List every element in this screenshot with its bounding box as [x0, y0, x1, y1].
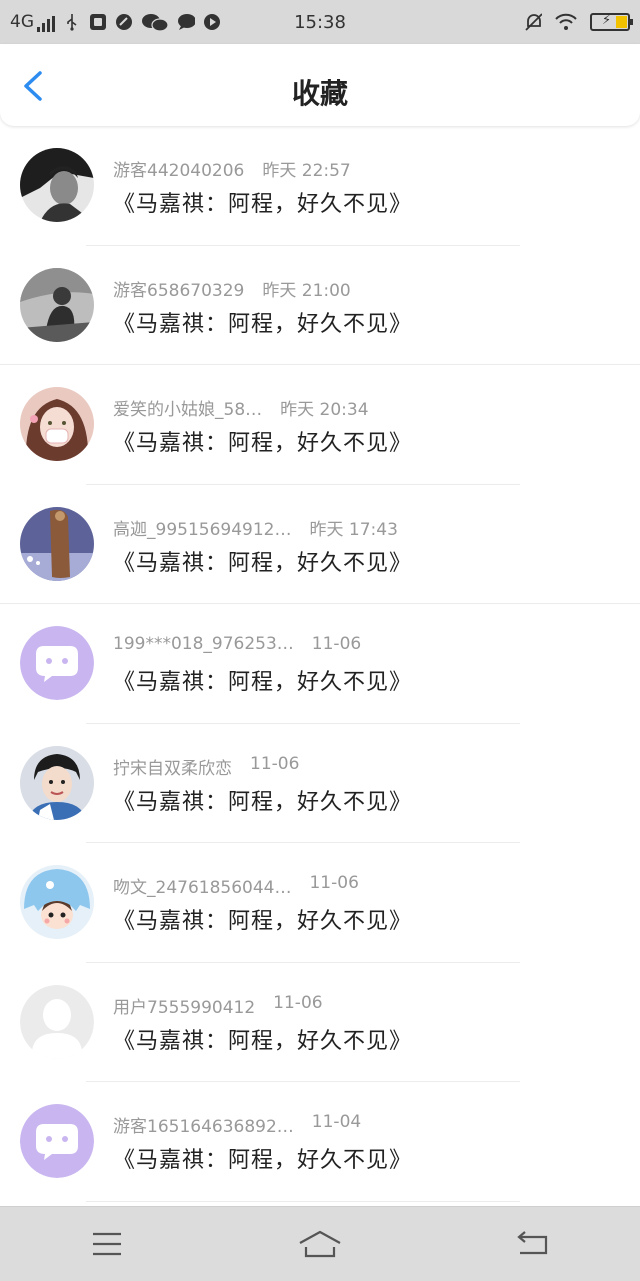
divider — [86, 1200, 520, 1202]
item-time: 11-06 — [311, 634, 362, 654]
favorites-list: 游客442040206 昨天 22:57 《马嘉祺：阿程，好久不见》 游客658… — [0, 126, 640, 1202]
item-time: 11-06 — [273, 992, 323, 1013]
item-username: 高迦_99515694912… — [113, 519, 292, 540]
item-title: 《马嘉祺：阿程，好久不见》 — [113, 670, 413, 695]
list-item[interactable]: 游客442040206 昨天 22:57 《马嘉祺：阿程，好久不见》 — [0, 126, 640, 246]
default-chat-avatar-icon — [20, 626, 94, 700]
item-time: 11-06 — [250, 753, 300, 774]
item-time: 昨天 20:34 — [280, 400, 369, 420]
notification-icon — [89, 13, 107, 31]
item-time: 11-04 — [311, 1112, 362, 1132]
menu-icon — [92, 1232, 121, 1256]
item-title: 《马嘉祺：阿程，好久不见》 — [113, 1028, 413, 1054]
item-username: 游客165164636892… — [113, 1117, 294, 1137]
network-label: 4G — [10, 12, 34, 32]
item-title: 《马嘉祺：阿程，好久不见》 — [113, 192, 413, 217]
list-item[interactable]: 拧宋自双柔欣恋 11-06 《马嘉祺：阿程，好久不见》 — [0, 724, 640, 843]
avatar[interactable] — [20, 984, 94, 1059]
media-icon — [203, 13, 221, 31]
item-username: 游客658670329 — [113, 280, 245, 301]
chat-icon — [177, 13, 195, 31]
app-icon — [115, 13, 133, 31]
avatar[interactable] — [20, 1104, 94, 1178]
item-title: 《马嘉祺：阿程，好久不见》 — [113, 431, 413, 456]
mute-icon — [524, 13, 542, 31]
list-item[interactable]: 199***018_976253… 11-06 《马嘉祺：阿程，好久不见》 — [0, 604, 640, 724]
system-nav-bar — [0, 1206, 640, 1281]
item-title: 《马嘉祺：阿程，好久不见》 — [113, 789, 413, 815]
wechat-icon — [141, 13, 169, 32]
avatar[interactable] — [20, 745, 94, 820]
page-title: 收藏 — [291, 77, 348, 110]
item-username: 199***018_976253… — [113, 634, 294, 654]
default-user-avatar-icon — [20, 984, 94, 1059]
avatar[interactable] — [20, 626, 94, 700]
header: 收藏 — [0, 44, 640, 126]
signal-icon — [37, 16, 55, 32]
avatar[interactable] — [20, 267, 94, 342]
item-title: 《马嘉祺：阿程，好久不见》 — [113, 1148, 413, 1173]
network-indicator: 4G — [10, 12, 55, 32]
wifi-icon — [554, 13, 578, 31]
list-item[interactable]: 用户7555990412 11-06 《马嘉祺：阿程，好久不见》 — [0, 963, 640, 1082]
item-title: 《马嘉祺：阿程，好久不见》 — [113, 311, 413, 337]
item-title: 《马嘉祺：阿程，好久不见》 — [113, 909, 413, 934]
back-nav-button[interactable] — [503, 1224, 563, 1264]
list-item[interactable]: 爱笑的小姑娘_58… 昨天 20:34 《马嘉祺：阿程，好久不见》 — [0, 365, 640, 485]
back-icon — [517, 1231, 548, 1255]
home-icon — [299, 1230, 341, 1258]
item-username: 游客442040206 — [113, 161, 245, 181]
item-time: 昨天 22:57 — [262, 161, 351, 181]
avatar[interactable] — [20, 387, 94, 461]
item-username: 爱笑的小姑娘_58… — [113, 400, 263, 420]
menu-button[interactable] — [77, 1224, 137, 1264]
list-item[interactable]: 高迦_99515694912… 昨天 17:43 《马嘉祺：阿程，好久不见》 — [0, 485, 640, 604]
item-username: 吻文_24761856044… — [113, 878, 292, 898]
item-username: 拧宋自双柔欣恋 — [113, 758, 232, 779]
default-chat-avatar-icon — [20, 1104, 94, 1178]
avatar[interactable] — [20, 506, 94, 581]
item-username: 用户7555990412 — [113, 997, 256, 1018]
status-bar: 4G 15:38 ⚡ — [0, 0, 640, 44]
item-time: 11-06 — [309, 873, 359, 893]
list-item[interactable]: 游客658670329 昨天 21:00 《马嘉祺：阿程，好久不见》 — [0, 246, 640, 365]
item-title: 《马嘉祺：阿程，好久不见》 — [113, 550, 413, 576]
item-time: 昨天 21:00 — [262, 280, 351, 301]
battery-icon: ⚡ — [590, 13, 633, 31]
list-item[interactable]: 游客165164636892… 11-04 《马嘉祺：阿程，好久不见》 — [0, 1082, 640, 1202]
usb-icon — [63, 13, 81, 31]
list-item[interactable]: 吻文_24761856044… 11-06 《马嘉祺：阿程，好久不见》 — [0, 843, 640, 963]
avatar[interactable] — [20, 865, 94, 939]
avatar[interactable] — [20, 148, 94, 222]
home-button[interactable] — [290, 1224, 350, 1264]
item-time: 昨天 17:43 — [309, 519, 398, 540]
